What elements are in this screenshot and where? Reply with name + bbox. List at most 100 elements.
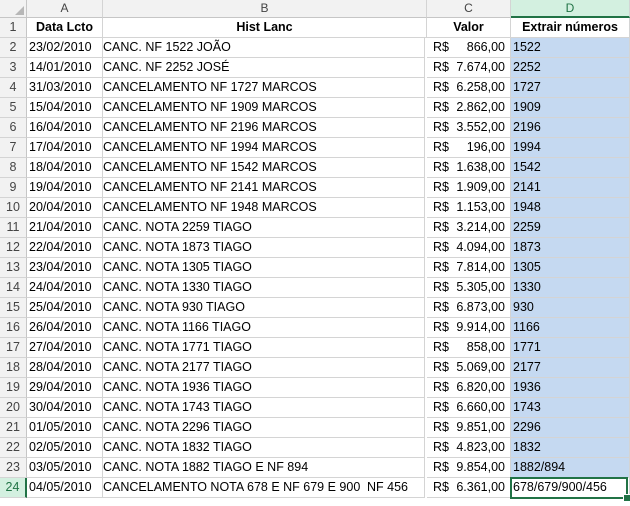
row-number[interactable]: 4 bbox=[0, 78, 27, 98]
row-number[interactable]: 11 bbox=[0, 218, 27, 238]
valor-cell[interactable]: R$ 6.873,00 bbox=[427, 298, 511, 318]
hist-cell[interactable]: CANC. NOTA 2177 TIAGO bbox=[103, 358, 425, 378]
row-number[interactable]: 9 bbox=[0, 178, 27, 198]
date-cell[interactable]: 24/04/2010 bbox=[27, 278, 103, 298]
date-cell[interactable]: 29/04/2010 bbox=[27, 378, 103, 398]
valor-cell[interactable]: R$ 3.214,00 bbox=[427, 218, 511, 238]
date-cell[interactable]: 26/04/2010 bbox=[27, 318, 103, 338]
row-number[interactable]: 12 bbox=[0, 238, 27, 258]
date-cell[interactable]: 31/03/2010 bbox=[27, 78, 103, 98]
valor-cell[interactable]: R$ 9.854,00 bbox=[427, 458, 511, 478]
valor-cell[interactable]: R$ 866,00 bbox=[427, 38, 511, 58]
date-cell[interactable]: 21/04/2010 bbox=[27, 218, 103, 238]
extract-cell[interactable]: 1166 bbox=[511, 318, 630, 338]
valor-cell[interactable]: R$ 2.862,00 bbox=[427, 98, 511, 118]
hist-cell[interactable]: CANCELAMENTO NF 2196 MARCOS bbox=[103, 118, 425, 138]
extract-cell[interactable]: 1727 bbox=[511, 78, 630, 98]
date-cell[interactable]: 22/04/2010 bbox=[27, 238, 103, 258]
extract-cell[interactable]: 1305 bbox=[511, 258, 630, 278]
row-number[interactable]: 3 bbox=[0, 58, 27, 78]
date-cell[interactable]: 20/04/2010 bbox=[27, 198, 103, 218]
row-number[interactable]: 21 bbox=[0, 418, 27, 438]
date-cell[interactable]: 30/04/2010 bbox=[27, 398, 103, 418]
extract-cell[interactable]: 1330 bbox=[511, 278, 630, 298]
row-number[interactable]: 24 bbox=[0, 478, 27, 498]
row-number[interactable]: 13 bbox=[0, 258, 27, 278]
row-number[interactable]: 22 bbox=[0, 438, 27, 458]
row-number[interactable]: 2 bbox=[0, 38, 27, 58]
date-cell[interactable]: 03/05/2010 bbox=[27, 458, 103, 478]
hist-cell[interactable]: CANC. NOTA 1771 TIAGO bbox=[103, 338, 425, 358]
date-cell[interactable]: 01/05/2010 bbox=[27, 418, 103, 438]
valor-cell[interactable]: R$ 4.094,00 bbox=[427, 238, 511, 258]
extract-cell[interactable]: 1771 bbox=[511, 338, 630, 358]
date-cell[interactable]: 14/01/2010 bbox=[27, 58, 103, 78]
hist-cell[interactable]: CANC. NOTA 1743 TIAGO bbox=[103, 398, 425, 418]
extract-cell[interactable]: 1948 bbox=[511, 198, 630, 218]
extract-cell[interactable]: 2296 bbox=[511, 418, 630, 438]
hist-cell[interactable]: CANCELAMENTO NF 1909 MARCOS bbox=[103, 98, 425, 118]
date-cell[interactable]: 23/04/2010 bbox=[27, 258, 103, 278]
date-cell[interactable]: 17/04/2010 bbox=[27, 138, 103, 158]
row-number[interactable]: 6 bbox=[0, 118, 27, 138]
date-cell[interactable]: 02/05/2010 bbox=[27, 438, 103, 458]
date-cell[interactable]: 28/04/2010 bbox=[27, 358, 103, 378]
row-number[interactable]: 1 bbox=[0, 18, 27, 38]
valor-cell[interactable]: R$ 5.305,00 bbox=[427, 278, 511, 298]
extract-cell[interactable]: 1832 bbox=[511, 438, 630, 458]
active-extract-cell[interactable]: 678/679/900/456 bbox=[511, 478, 630, 498]
header-date-cell[interactable]: Data Lcto bbox=[27, 18, 103, 38]
extract-cell[interactable]: 1743 bbox=[511, 398, 630, 418]
valor-cell[interactable]: R$ 1.153,00 bbox=[427, 198, 511, 218]
extract-cell[interactable]: 2252 bbox=[511, 58, 630, 78]
valor-cell[interactable]: R$ 5.069,00 bbox=[427, 358, 511, 378]
row-number[interactable]: 19 bbox=[0, 378, 27, 398]
hist-cell[interactable]: CANC. NF 2252 JOSÉ bbox=[103, 58, 425, 78]
hist-cell[interactable]: CANCELAMENTO NF 2141 MARCOS bbox=[103, 178, 425, 198]
date-cell[interactable]: 16/04/2010 bbox=[27, 118, 103, 138]
row-number[interactable]: 7 bbox=[0, 138, 27, 158]
header-extract-cell[interactable]: Extrair números bbox=[511, 18, 630, 38]
valor-cell[interactable]: R$ 9.851,00 bbox=[427, 418, 511, 438]
row-number[interactable]: 17 bbox=[0, 338, 27, 358]
row-number[interactable]: 18 bbox=[0, 358, 27, 378]
valor-cell[interactable]: R$ 196,00 bbox=[427, 138, 511, 158]
hist-cell[interactable]: CANC. NOTA 1330 TIAGO bbox=[103, 278, 425, 298]
extract-cell[interactable]: 1873 bbox=[511, 238, 630, 258]
date-cell[interactable]: 25/04/2010 bbox=[27, 298, 103, 318]
column-header-a[interactable]: A bbox=[27, 0, 103, 18]
date-cell[interactable]: 15/04/2010 bbox=[27, 98, 103, 118]
valor-cell[interactable]: R$ 6.660,00 bbox=[427, 398, 511, 418]
extract-cell[interactable]: 2196 bbox=[511, 118, 630, 138]
date-cell[interactable]: 18/04/2010 bbox=[27, 158, 103, 178]
date-cell[interactable]: 27/04/2010 bbox=[27, 338, 103, 358]
select-all-corner[interactable] bbox=[0, 0, 27, 18]
extract-cell[interactable]: 1542 bbox=[511, 158, 630, 178]
extract-cell[interactable]: 1994 bbox=[511, 138, 630, 158]
valor-cell[interactable]: R$ 9.914,00 bbox=[427, 318, 511, 338]
hist-cell[interactable]: CANC. NOTA 1936 TIAGO bbox=[103, 378, 425, 398]
hist-cell[interactable]: CANC. NOTA 1166 TIAGO bbox=[103, 318, 425, 338]
hist-cell[interactable]: CANC. NOTA 1832 TIAGO bbox=[103, 438, 425, 458]
row-number[interactable]: 15 bbox=[0, 298, 27, 318]
hist-cell[interactable]: CANC. NOTA 2296 TIAGO bbox=[103, 418, 425, 438]
hist-cell[interactable]: CANCELAMENTO NF 1542 MARCOS bbox=[103, 158, 425, 178]
extract-cell[interactable]: 930 bbox=[511, 298, 630, 318]
header-hist-cell[interactable]: Hist Lanc bbox=[103, 18, 427, 38]
hist-cell[interactable]: CANCELAMENTO NF 1994 MARCOS bbox=[103, 138, 425, 158]
hist-cell[interactable]: CANC. NOTA 930 TIAGO bbox=[103, 298, 425, 318]
row-number[interactable]: 10 bbox=[0, 198, 27, 218]
column-header-b[interactable]: B bbox=[103, 0, 427, 18]
date-cell[interactable]: 23/02/2010 bbox=[27, 38, 103, 58]
extract-cell[interactable]: 1522 bbox=[511, 38, 630, 58]
valor-cell[interactable]: R$ 1.909,00 bbox=[427, 178, 511, 198]
valor-cell[interactable]: R$ 858,00 bbox=[427, 338, 511, 358]
row-number[interactable]: 14 bbox=[0, 278, 27, 298]
extract-cell[interactable]: 2177 bbox=[511, 358, 630, 378]
date-cell[interactable]: 04/05/2010 bbox=[27, 478, 103, 498]
hist-cell[interactable]: CANCELAMENTO NF 1948 MARCOS bbox=[103, 198, 425, 218]
date-cell[interactable]: 19/04/2010 bbox=[27, 178, 103, 198]
row-number[interactable]: 20 bbox=[0, 398, 27, 418]
row-number[interactable]: 23 bbox=[0, 458, 27, 478]
valor-cell[interactable]: R$ 1.638,00 bbox=[427, 158, 511, 178]
